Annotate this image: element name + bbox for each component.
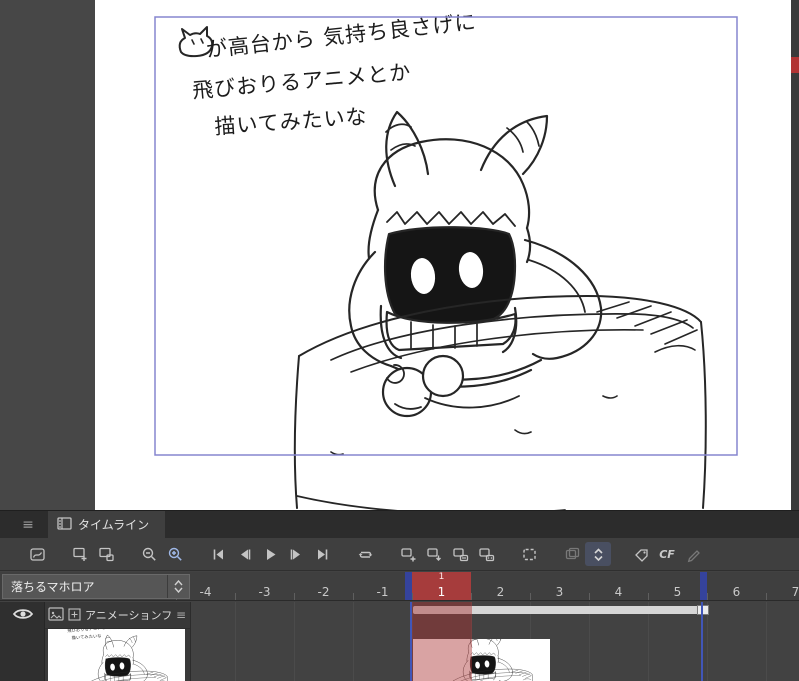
track-gridline bbox=[294, 602, 295, 681]
edit-timeline-icon[interactable] bbox=[680, 542, 706, 566]
cf-label: CF bbox=[659, 547, 675, 561]
ruler-frame-1[interactable]: 11 bbox=[412, 572, 471, 600]
expand-icon[interactable] bbox=[68, 606, 81, 625]
previous-frame-icon[interactable] bbox=[231, 542, 257, 566]
ruler-frame-label: -3 bbox=[258, 585, 271, 599]
ruler-frame-4[interactable]: 4 bbox=[589, 572, 648, 600]
tab-timeline[interactable]: タイムライン bbox=[48, 511, 166, 538]
ruler-tick bbox=[412, 593, 413, 600]
next-frame-icon[interactable] bbox=[283, 542, 309, 566]
cel-settings-icon[interactable] bbox=[516, 542, 542, 566]
timeline-panel: ≡ タイムライン CF -4 -3 -2 -1 1 1 2 3 4 5 6 7 … bbox=[0, 510, 799, 681]
canvas-area bbox=[0, 0, 799, 510]
ruler-frame--3[interactable]: -3 bbox=[235, 572, 294, 600]
light-table-icon[interactable] bbox=[628, 542, 654, 566]
ruler-frame-3[interactable]: 3 bbox=[530, 572, 589, 600]
layer-thumbnail[interactable] bbox=[48, 629, 185, 681]
clip-duration-handle[interactable] bbox=[697, 605, 709, 615]
ruler-frame-label: 6 bbox=[732, 585, 741, 599]
cel-stepper-icon[interactable] bbox=[585, 542, 611, 566]
layer-name: アニメーションフ bbox=[85, 609, 172, 622]
right-panel-strip bbox=[791, 0, 799, 510]
play-icon[interactable] bbox=[257, 542, 283, 566]
zoom-out-icon[interactable] bbox=[136, 542, 162, 566]
layer-thumbnail-icon bbox=[48, 606, 64, 625]
collapsed-panel-marker[interactable] bbox=[791, 57, 799, 73]
clip-name: 落ちるマホロア bbox=[11, 580, 95, 594]
specify-cel-icon[interactable] bbox=[421, 542, 447, 566]
track-gridline bbox=[353, 602, 354, 681]
ruler-tick bbox=[294, 593, 295, 600]
drawing-canvas[interactable] bbox=[95, 0, 791, 510]
ruler-frame-label: 5 bbox=[673, 585, 682, 599]
ruler-tick bbox=[353, 593, 354, 600]
timeline-tab-label: タイムライン bbox=[78, 518, 150, 532]
ruler-tick bbox=[766, 593, 767, 600]
timeline-tab-icon bbox=[57, 516, 72, 533]
ruler-frame-6[interactable]: 6 bbox=[707, 572, 766, 600]
batch-specify-cel-icon[interactable] bbox=[473, 542, 499, 566]
ruler-frame-label: 7 bbox=[791, 585, 799, 599]
ruler-tick bbox=[530, 593, 531, 600]
replace-cel-icon[interactable] bbox=[447, 542, 473, 566]
new-animation-cel-icon[interactable] bbox=[395, 542, 421, 566]
layer-palette-lower bbox=[45, 629, 190, 681]
track-gridline bbox=[766, 602, 767, 681]
ruler-tick bbox=[707, 593, 708, 600]
palette-divider bbox=[190, 602, 191, 681]
loop-playback-icon[interactable] bbox=[352, 542, 378, 566]
curve-editor-icon[interactable] bbox=[24, 542, 50, 566]
ruler-frame--1[interactable]: -1 bbox=[353, 572, 412, 600]
cf-icon[interactable]: CF bbox=[654, 542, 680, 566]
new-timeline-icon[interactable] bbox=[67, 542, 93, 566]
dropdown-spinner-icon[interactable] bbox=[167, 575, 189, 598]
go-to-start-icon[interactable] bbox=[205, 542, 231, 566]
ruler-tick bbox=[648, 593, 649, 600]
ruler-frame-5[interactable]: 5 bbox=[648, 572, 707, 600]
animation-folder-row[interactable]: アニメーションフ ≡ bbox=[45, 602, 190, 629]
ruler-frame-2[interactable]: 2 bbox=[471, 572, 530, 600]
timeline-toolbar: CF bbox=[0, 538, 799, 571]
ruler-tick bbox=[589, 593, 590, 600]
current-frame-column bbox=[412, 602, 472, 681]
layer-menu-icon[interactable]: ≡ bbox=[176, 608, 186, 622]
panel-menu-icon[interactable]: ≡ bbox=[18, 516, 38, 534]
zoom-in-icon[interactable] bbox=[162, 542, 188, 566]
ruler-frame-label: 4 bbox=[614, 585, 623, 599]
range-end-line bbox=[701, 602, 703, 681]
range-start-line bbox=[410, 602, 412, 681]
frame-cursor-number: 1 bbox=[438, 572, 445, 582]
ruler-tick bbox=[235, 593, 236, 600]
ruler-frame-label: -2 bbox=[317, 585, 330, 599]
app-window: ≡ タイムライン CF -4 -3 -2 -1 1 1 2 3 4 5 6 7 … bbox=[0, 0, 799, 681]
ruler-frame-label: 1 bbox=[437, 585, 446, 599]
ruler-frame-label: 3 bbox=[555, 585, 564, 599]
ruler-frame--2[interactable]: -2 bbox=[294, 572, 353, 600]
track-gridline bbox=[235, 602, 236, 681]
clip-selector[interactable]: 落ちるマホロア bbox=[2, 574, 190, 599]
ruler-frame-label: 2 bbox=[496, 585, 505, 599]
onion-skin-icon[interactable] bbox=[559, 542, 585, 566]
timeline-tabbar: ≡ タイムライン bbox=[0, 511, 799, 538]
go-to-end-icon[interactable] bbox=[309, 542, 335, 566]
ruler-tick bbox=[471, 593, 472, 600]
layer-gutter bbox=[0, 602, 45, 681]
ruler-frame-label: -1 bbox=[376, 585, 389, 599]
eye-icon[interactable] bbox=[12, 605, 34, 623]
ruler-frame-7[interactable]: 7 bbox=[766, 572, 799, 600]
timeline-settings-icon[interactable] bbox=[93, 542, 119, 566]
